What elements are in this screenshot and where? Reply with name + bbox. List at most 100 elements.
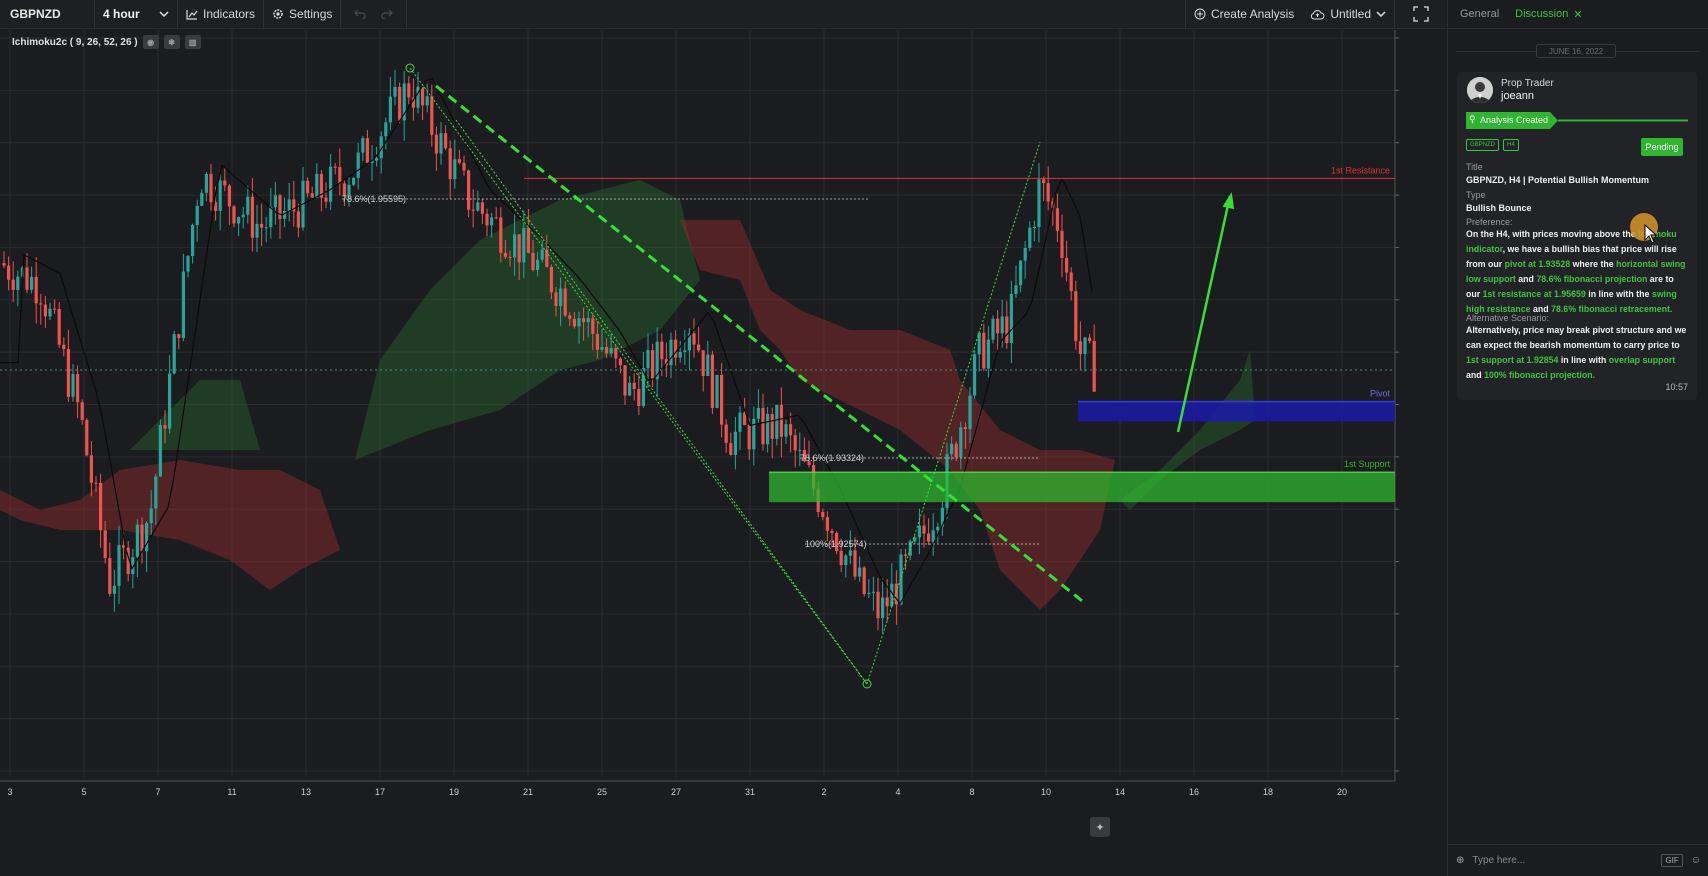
candle-body	[53, 308, 57, 310]
candle-body	[43, 304, 47, 317]
date-tick-label: 2	[821, 787, 826, 797]
candle-body	[71, 373, 75, 397]
candle-body	[34, 276, 38, 304]
preference-segment: where the	[1570, 259, 1617, 269]
candle-body	[701, 350, 705, 376]
alternative-label: Alternative Scenario:	[1466, 313, 1550, 323]
symbol-selector[interactable]: GBPNZD	[0, 0, 95, 29]
create-analysis-button[interactable]: Create Analysis	[1184, 0, 1302, 29]
candle-body	[1032, 226, 1036, 228]
indicators-icon	[186, 9, 198, 20]
candle-body	[927, 533, 931, 542]
candle-body	[264, 227, 268, 229]
candle-body	[324, 197, 328, 202]
close-icon[interactable]: ✕	[1573, 8, 1582, 21]
tab-general[interactable]: General	[1460, 8, 1499, 20]
tab-discussion[interactable]: Discussion ✕	[1515, 8, 1582, 21]
candle-body	[425, 96, 429, 106]
candle-body	[439, 133, 443, 154]
layout-selector[interactable]: Untitled	[1302, 0, 1395, 29]
chart-canvas[interactable]: 1.970001.965001.960001.955001.950001.945…	[0, 30, 1400, 876]
trash-icon[interactable]: ▥	[184, 35, 201, 49]
fullscreen-button[interactable]	[1395, 0, 1447, 29]
candle-body	[16, 276, 20, 290]
gif-button[interactable]: GIF	[1661, 854, 1683, 867]
add-attachment-icon[interactable]: ⊕	[1456, 855, 1464, 866]
candle-body	[62, 344, 66, 350]
chevron-down-icon	[1376, 11, 1386, 17]
candle-body	[260, 223, 264, 228]
candle-body	[559, 288, 563, 307]
candle-body	[25, 267, 29, 290]
indicators-label: Indicators	[203, 7, 256, 21]
candle-body	[867, 592, 871, 595]
candle-body	[7, 265, 11, 280]
candle-body	[618, 358, 622, 366]
candle-body	[609, 348, 613, 354]
candle-body	[85, 420, 89, 456]
candle-body	[338, 167, 342, 184]
candle-body	[1092, 340, 1096, 392]
candle-body	[195, 205, 199, 226]
preference-segment: in line with the	[1585, 289, 1652, 299]
candle-body	[204, 173, 208, 193]
type-label: Type	[1466, 190, 1486, 200]
candle-body	[11, 279, 15, 290]
candle-body	[881, 597, 885, 619]
candle-body	[76, 373, 80, 403]
candle-body	[333, 166, 337, 168]
candle-body	[471, 209, 475, 211]
candle-body	[885, 597, 889, 607]
price-chart[interactable]: 1.970001.965001.960001.955001.950001.945…	[0, 30, 1400, 876]
avatar[interactable]	[1467, 77, 1493, 103]
candle-body	[982, 332, 986, 369]
candle-body	[480, 202, 484, 214]
candle-body	[1065, 257, 1069, 273]
fibonacci-label: 78.6%(1.93324)	[800, 453, 864, 463]
candle-body	[936, 526, 940, 531]
author-role: Prop Trader	[1501, 78, 1554, 89]
candle-body	[494, 217, 498, 219]
candle-body	[232, 206, 236, 224]
candle-body	[490, 217, 494, 226]
level-label: Pivot	[1370, 389, 1391, 399]
preference-segment: 78.6% fibonacci retracement.	[1551, 304, 1673, 314]
candle-body	[674, 339, 678, 358]
level-label: 1st Support	[1344, 459, 1391, 469]
candle-body	[250, 196, 254, 238]
candle-body	[724, 424, 728, 443]
candle-body	[476, 202, 480, 211]
candle-body	[453, 159, 457, 180]
alternative-segment: overlap support	[1608, 355, 1676, 365]
candle-body	[181, 271, 185, 339]
interval-selector[interactable]: 4 hour	[95, 0, 178, 29]
pending-status-button[interactable]: Pending	[1641, 138, 1683, 156]
candle-body	[1000, 316, 1004, 334]
candle-body	[89, 455, 93, 483]
candle-body	[582, 318, 586, 323]
eye-icon[interactable]: ◉	[142, 35, 159, 49]
candle-body	[996, 318, 1000, 334]
candle-body	[839, 550, 843, 566]
candle-body	[485, 213, 489, 226]
redo-icon[interactable]	[381, 9, 394, 19]
emoji-icon[interactable]: ☺	[1691, 855, 1701, 866]
lightbulb-icon[interactable]: ✦	[1090, 817, 1110, 837]
mouse-cursor-icon	[1644, 224, 1658, 244]
arrow-head	[1222, 192, 1235, 210]
gear-icon[interactable]: ✱	[163, 35, 180, 49]
candle-body	[871, 591, 875, 593]
preference-segment: and	[1515, 274, 1537, 284]
candle-body	[434, 134, 438, 154]
undo-icon[interactable]	[354, 9, 366, 19]
candle-body	[600, 347, 604, 350]
fullscreen-icon	[1413, 6, 1429, 22]
candle-body	[209, 173, 213, 203]
settings-button[interactable]: Settings	[264, 0, 342, 29]
author-name[interactable]: joeann	[1501, 90, 1534, 102]
candle-body	[163, 424, 167, 429]
settings-label: Settings	[289, 7, 333, 21]
indicators-button[interactable]: Indicators	[178, 0, 265, 29]
message-input[interactable]	[1472, 855, 1654, 866]
candle-body	[522, 228, 526, 263]
